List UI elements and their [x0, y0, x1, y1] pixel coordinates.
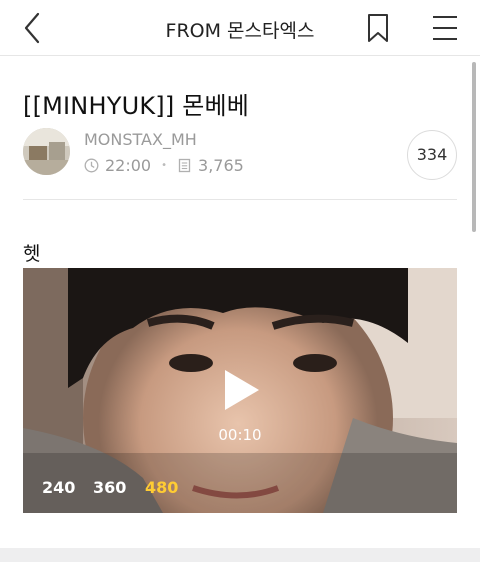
post-caption: 헷: [23, 243, 41, 265]
page-title: FROM 몬스타엑스: [165, 20, 315, 42]
play-icon: [225, 370, 259, 410]
post-meta: 22:00 • 3,765: [84, 156, 244, 175]
document-icon: [178, 158, 191, 173]
avatar-image: [23, 128, 70, 175]
quality-option-360[interactable]: 360: [93, 478, 126, 497]
view-count: 3,765: [198, 156, 244, 175]
hamburger-menu-icon: [433, 16, 457, 40]
play-button[interactable]: [221, 368, 261, 412]
avatar[interactable]: [23, 128, 70, 175]
menu-button[interactable]: [430, 12, 460, 44]
bookmark-icon: [368, 14, 388, 42]
divider: [23, 199, 457, 200]
clock-icon: [84, 158, 99, 173]
top-bar: FROM 몬스타엑스: [0, 0, 480, 56]
author-name[interactable]: MONSTAX_MH: [84, 130, 197, 149]
video-player[interactable]: 00:10 240 360 480: [23, 268, 457, 513]
post-time: 22:00: [105, 156, 152, 175]
chevron-left-icon: [24, 12, 40, 44]
separator-dot: •: [161, 160, 168, 171]
quality-option-240[interactable]: 240: [42, 478, 75, 497]
scrollbar[interactable]: [472, 62, 476, 232]
comment-count-button[interactable]: 334: [407, 130, 457, 180]
back-button[interactable]: [18, 10, 48, 46]
bookmark-button[interactable]: [364, 12, 392, 44]
section-separator: [0, 548, 480, 562]
post-title: [[MINHYUK]] 몬베베: [23, 92, 250, 120]
quality-option-480[interactable]: 480: [145, 478, 178, 497]
